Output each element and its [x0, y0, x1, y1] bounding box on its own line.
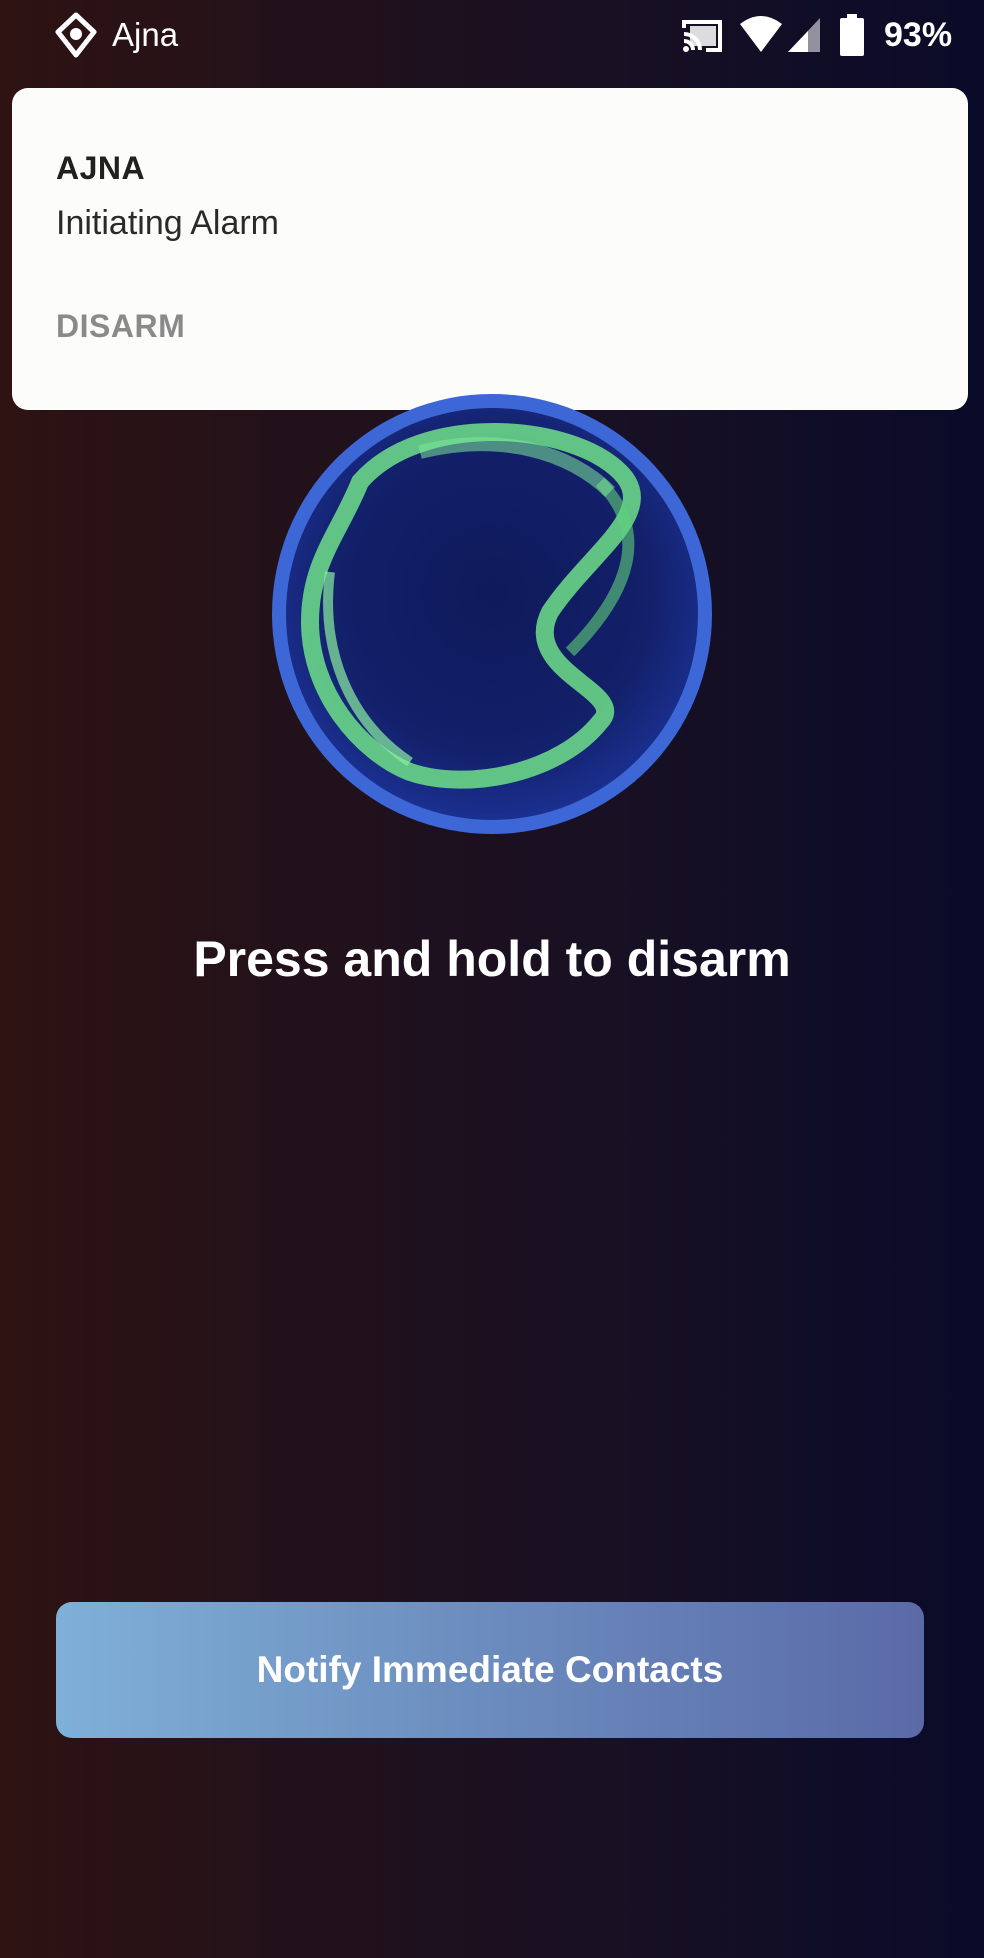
- wifi-icon: [740, 16, 782, 52]
- status-bar: Ajna 93%: [0, 0, 984, 72]
- battery-icon: [840, 14, 864, 56]
- disarm-instruction: Press and hold to disarm: [193, 931, 791, 987]
- signal-icon: [788, 18, 820, 52]
- alarm-orb[interactable]: [270, 392, 714, 836]
- notification-text: Initiating Alarm: [56, 204, 279, 242]
- ajna-app-icon: [55, 12, 97, 58]
- alarm-screen: Ajna 93% AJNA Initiating Alarm DISARM Pr…: [0, 0, 984, 1958]
- notification-title: AJNA: [56, 150, 146, 186]
- status-app-name: Ajna: [112, 16, 179, 53]
- cast-icon: [682, 20, 722, 52]
- battery-percentage: 93%: [884, 16, 953, 54]
- notify-contacts-button[interactable]: Notify Immediate Contacts: [56, 1602, 924, 1738]
- alarm-notification[interactable]: AJNA Initiating Alarm DISARM: [12, 88, 968, 410]
- disarm-action-button[interactable]: DISARM: [56, 308, 185, 345]
